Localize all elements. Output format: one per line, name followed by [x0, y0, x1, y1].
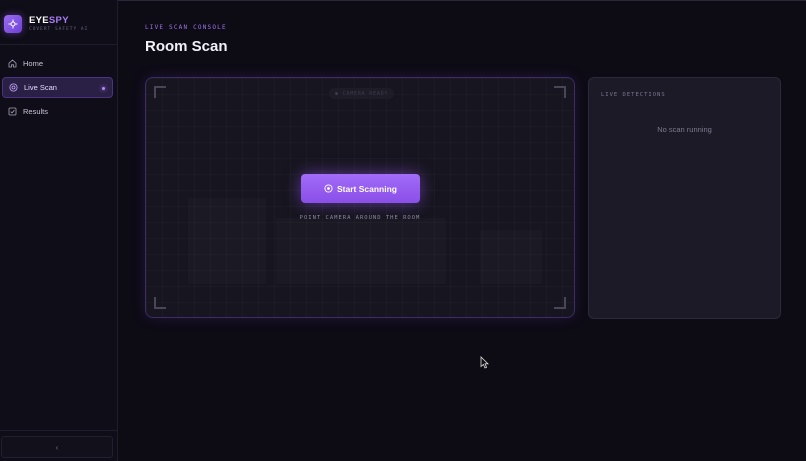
divider	[0, 44, 118, 45]
sidebar-item-results[interactable]: Results	[2, 101, 113, 122]
top-border	[118, 0, 806, 1]
brand[interactable]: EYESPY COVERT SAFETY AI	[4, 13, 88, 35]
detections-title: LIVE DETECTIONS	[601, 92, 666, 98]
viewfinder-corner	[554, 297, 566, 309]
live-detections-panel: LIVE DETECTIONS No scan running	[588, 77, 781, 319]
sidebar-item-label: Live Scan	[24, 83, 57, 92]
page-title: Room Scan	[145, 38, 228, 55]
mouse-cursor-icon	[480, 356, 489, 374]
sidebar: EYESPY COVERT SAFETY AI Home Live Scan R…	[0, 0, 118, 461]
chevron-left-icon: ‹	[55, 442, 59, 452]
detections-empty-state: No scan running	[657, 125, 712, 134]
crosshair-icon	[4, 15, 22, 33]
viewfinder-corner	[154, 86, 166, 98]
camera-status-badge: ● CAMERA READY	[329, 88, 395, 99]
scan-target-icon	[324, 184, 333, 193]
sidebar-item-label: Home	[23, 59, 44, 68]
viewfinder-corner	[554, 86, 566, 98]
start-scanning-button[interactable]: Start Scanning	[301, 174, 420, 203]
checkbox-icon	[7, 107, 17, 117]
scan-icon	[8, 83, 18, 93]
sidebar-item-label: Results	[23, 107, 49, 116]
room-silhouette	[276, 218, 446, 284]
collapse-sidebar-button[interactable]: ‹	[1, 436, 113, 458]
viewfinder-corner	[154, 297, 166, 309]
page-eyebrow: LIVE SCAN CONSOLE	[145, 24, 227, 31]
brand-tagline: COVERT SAFETY AI	[29, 27, 89, 32]
sidebar-item-live-scan[interactable]: Live Scan	[2, 77, 113, 98]
room-silhouette	[480, 230, 542, 284]
brand-name: EYESPY	[29, 15, 69, 26]
camera-viewport: ● CAMERA READY Start Scanning POINT CAME…	[145, 77, 575, 318]
active-indicator	[102, 87, 105, 90]
scan-hint: POINT CAMERA AROUND THE ROOM	[299, 215, 421, 221]
divider	[0, 430, 118, 431]
sidebar-item-home[interactable]: Home	[2, 53, 113, 74]
start-scanning-label: Start Scanning	[337, 183, 397, 194]
home-icon	[7, 59, 17, 69]
room-silhouette	[188, 198, 266, 284]
